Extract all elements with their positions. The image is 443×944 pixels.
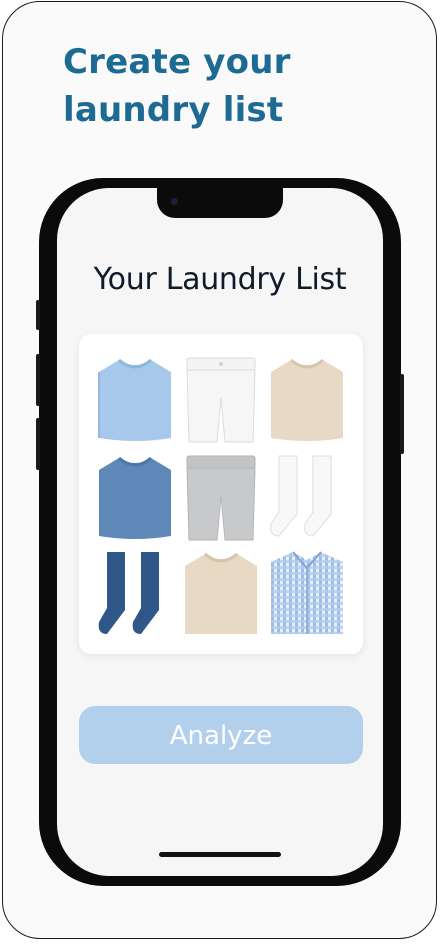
home-indicator bbox=[159, 852, 281, 857]
power-button bbox=[400, 374, 404, 454]
gray-shorts-icon[interactable] bbox=[179, 452, 263, 544]
white-shorts-icon[interactable] bbox=[179, 354, 263, 446]
blue-tshirt-icon[interactable] bbox=[93, 452, 177, 544]
beige-tshirt-icon[interactable] bbox=[265, 354, 349, 446]
headline-line-2: laundry list bbox=[63, 90, 284, 130]
beige-sweater-icon[interactable] bbox=[179, 548, 263, 640]
analyze-button[interactable]: Analyze bbox=[79, 706, 363, 764]
laundry-grid bbox=[79, 334, 363, 654]
headline: Create your laundry list bbox=[63, 38, 403, 134]
onboarding-card: Create your laundry list Your Laundry Li… bbox=[2, 1, 437, 939]
phone-mockup: Your Laundry List Analyze bbox=[36, 178, 404, 886]
volume-up-button bbox=[36, 354, 40, 406]
navy-socks-icon[interactable] bbox=[93, 548, 177, 640]
mute-switch bbox=[36, 300, 40, 330]
camera-icon bbox=[171, 198, 178, 205]
volume-down-button bbox=[36, 418, 40, 470]
light-blue-tshirt-icon[interactable] bbox=[93, 354, 177, 446]
headline-line-1: Create your bbox=[63, 42, 291, 82]
notch bbox=[157, 188, 283, 218]
phone-screen: Your Laundry List Analyze bbox=[57, 188, 383, 876]
screen-title: Your Laundry List bbox=[93, 262, 347, 297]
checkered-shirt-icon[interactable] bbox=[265, 548, 349, 640]
white-socks-icon[interactable] bbox=[265, 452, 349, 544]
